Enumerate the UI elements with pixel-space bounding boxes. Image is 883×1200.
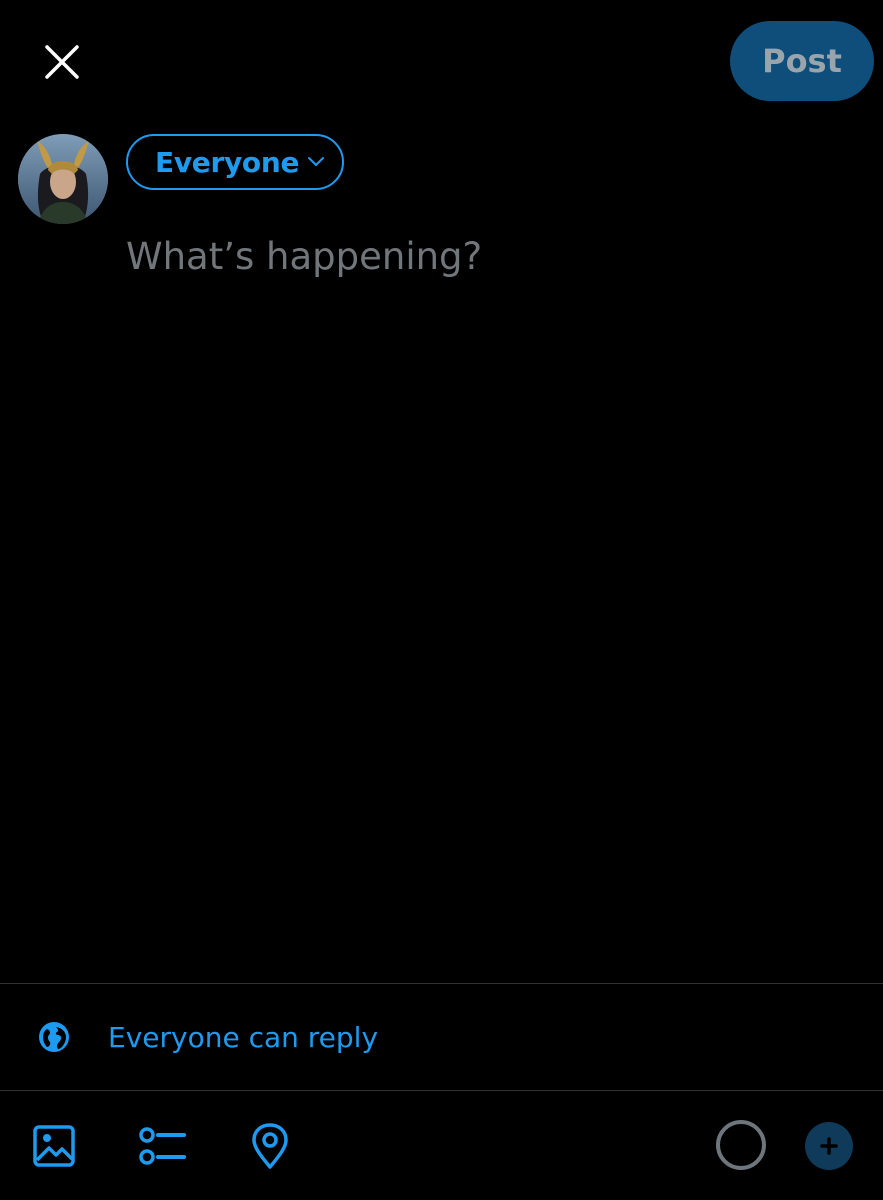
add-image-button[interactable] [26, 1118, 82, 1174]
close-icon [45, 45, 79, 79]
user-avatar[interactable] [18, 134, 108, 224]
chevron-down-icon [307, 156, 325, 168]
close-button[interactable] [28, 28, 96, 96]
divider-bottom [0, 1090, 883, 1091]
post-button[interactable]: Post [730, 21, 874, 101]
add-thread-icon [820, 1137, 838, 1155]
audience-selector[interactable]: Everyone [126, 134, 344, 190]
reply-setting-label: Everyone can reply [108, 1021, 379, 1054]
location-icon [252, 1123, 288, 1169]
add-poll-button[interactable] [134, 1118, 190, 1174]
character-counter-ring [716, 1120, 766, 1170]
compose-input[interactable] [126, 226, 826, 286]
image-icon [33, 1125, 75, 1167]
globe-icon [38, 1021, 70, 1053]
add-thread-button[interactable] [805, 1122, 853, 1170]
poll-icon [139, 1127, 186, 1165]
audience-label: Everyone [155, 145, 300, 179]
avatar-image [18, 134, 108, 224]
divider-top [0, 983, 883, 984]
add-location-button[interactable] [242, 1118, 298, 1174]
